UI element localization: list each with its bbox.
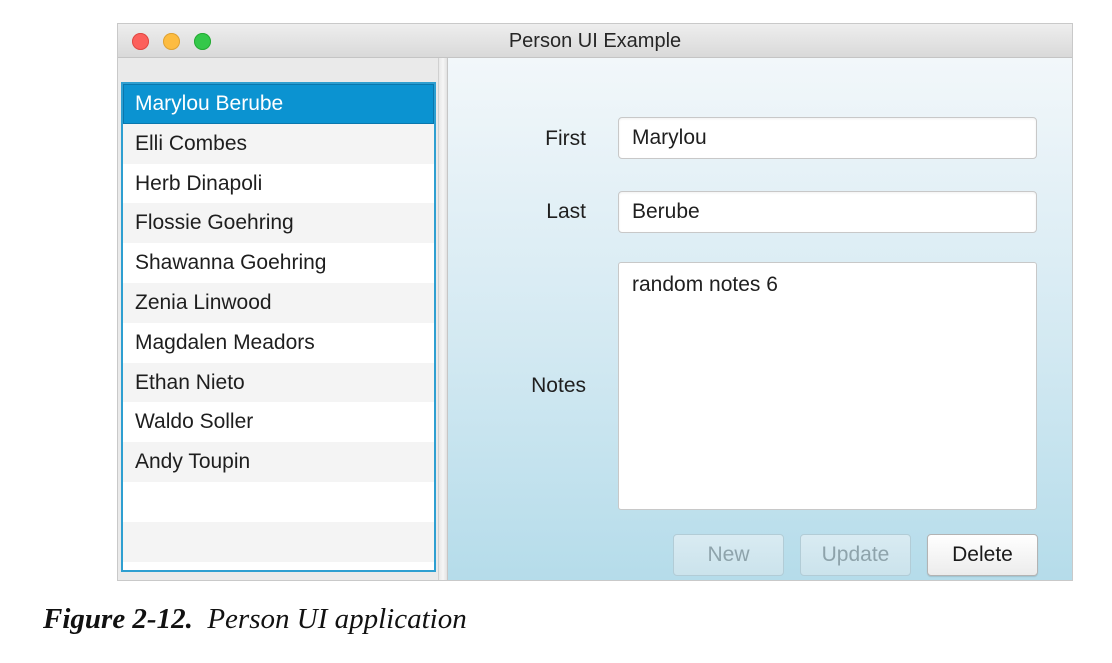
list-item[interactable]: Ethan Nieto	[123, 362, 434, 403]
list-item[interactable]: Magdalen Meadors	[123, 322, 434, 363]
title-bar: Person UI Example	[118, 24, 1072, 58]
first-name-field[interactable]: Marylou	[618, 117, 1037, 159]
list-item[interactable]	[123, 481, 434, 522]
person-list[interactable]: Marylou Berube Elli Combes Herb Dinapoli Fl…	[121, 82, 436, 572]
app-window: Person UI Example Marylou Berube Elli Com…	[118, 24, 1072, 580]
delete-button[interactable]: Delete	[927, 534, 1038, 576]
list-item[interactable]: Herb Dinapoli	[123, 163, 434, 204]
list-item[interactable]: Flossie Goehring	[123, 203, 434, 244]
list-item[interactable]: Elli Combes	[123, 123, 434, 164]
split-pane-divider[interactable]	[438, 58, 448, 580]
update-button[interactable]: Update	[800, 534, 911, 576]
list-item[interactable]: Zenia Linwood	[123, 282, 434, 323]
notes-label: Notes	[531, 374, 586, 397]
list-item[interactable]	[123, 521, 434, 562]
figure-caption-text: Person UI application	[207, 603, 467, 635]
new-button[interactable]: New	[673, 534, 784, 576]
list-item[interactable]: Waldo Soller	[123, 402, 434, 443]
figure-number: Figure 2-12.	[43, 603, 193, 635]
window-title: Person UI Example	[508, 30, 682, 52]
list-item[interactable]: Andy Toupin	[123, 442, 434, 482]
figure-caption: Figure 2-12. Person UI application	[43, 603, 467, 636]
list-item[interactable]: Marylou Berube	[123, 84, 434, 124]
list-pane: Marylou Berube Elli Combes Herb Dinapoli Fl…	[118, 58, 444, 580]
first-name-label: First	[545, 127, 586, 150]
list-item[interactable]: Shawanna Goehring	[123, 243, 434, 283]
last-name-label: Last	[546, 200, 586, 223]
last-name-field[interactable]: Berube	[618, 191, 1037, 233]
notes-textarea[interactable]: random notes 6	[618, 262, 1037, 510]
window-content: Marylou Berube Elli Combes Herb Dinapoli Fl…	[118, 58, 1072, 580]
